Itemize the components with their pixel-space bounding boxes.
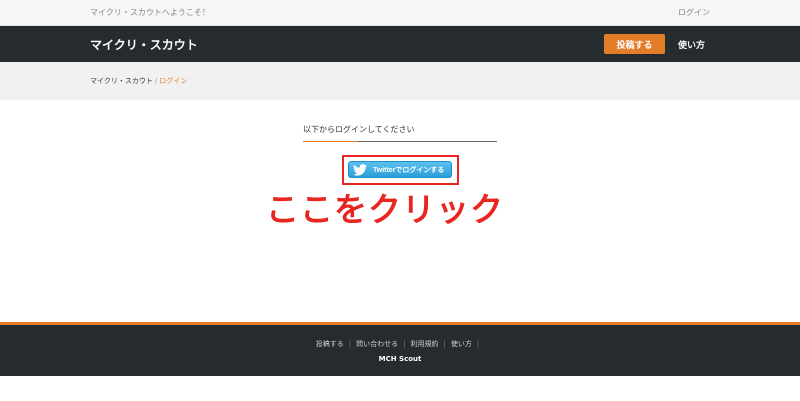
footer-link-terms[interactable]: 利用規約 xyxy=(411,340,439,348)
footer-link-contact[interactable]: 問い合わせる xyxy=(356,340,398,348)
welcome-text: マイクリ・スカウトへようこそ！ xyxy=(90,8,210,17)
twitter-login-label: Twitterでログインする xyxy=(373,166,445,174)
breadcrumb-bar: マイクリ・スカウト / ログイン xyxy=(0,62,800,100)
site-header: マイクリ・スカウト 投稿する 使い方 xyxy=(0,26,800,62)
howto-link[interactable]: 使い方 xyxy=(678,38,705,51)
footer-separator: | xyxy=(348,340,352,348)
site-title[interactable]: マイクリ・スカウト xyxy=(90,36,198,53)
site-footer: 投稿する | 問い合わせる | 利用規約 | 使い方 | MCH Scout xyxy=(0,322,800,376)
footer-separator: | xyxy=(443,340,446,348)
footer-link-howto[interactable]: 使い方 xyxy=(451,340,472,348)
twitter-login-button[interactable]: Twitterでログインする xyxy=(348,161,452,178)
post-button[interactable]: 投稿する xyxy=(604,34,665,54)
login-panel-heading: 以下からログインしてください xyxy=(303,125,415,134)
breadcrumb: マイクリ・スカウト / ログイン xyxy=(90,76,187,86)
footer-link-post[interactable]: 投稿する xyxy=(316,340,344,348)
footer-separator: | xyxy=(476,340,480,348)
panel-divider-accent xyxy=(303,141,358,142)
breadcrumb-home[interactable]: マイクリ・スカウト xyxy=(90,77,153,85)
footer-links: 投稿する | 問い合わせる | 利用規約 | 使い方 | xyxy=(0,339,800,349)
breadcrumb-separator: / xyxy=(154,77,158,85)
footer-separator: | xyxy=(403,340,406,348)
footer-brand: MCH Scout xyxy=(378,355,422,363)
breadcrumb-current: ログイン xyxy=(159,77,188,85)
top-login-link[interactable]: ログイン xyxy=(678,7,710,18)
twitter-bird-icon xyxy=(353,163,367,176)
top-bar: マイクリ・スカウトへようこそ！ ログイン xyxy=(0,0,800,26)
click-here-annotation: ここをクリック xyxy=(266,190,504,229)
